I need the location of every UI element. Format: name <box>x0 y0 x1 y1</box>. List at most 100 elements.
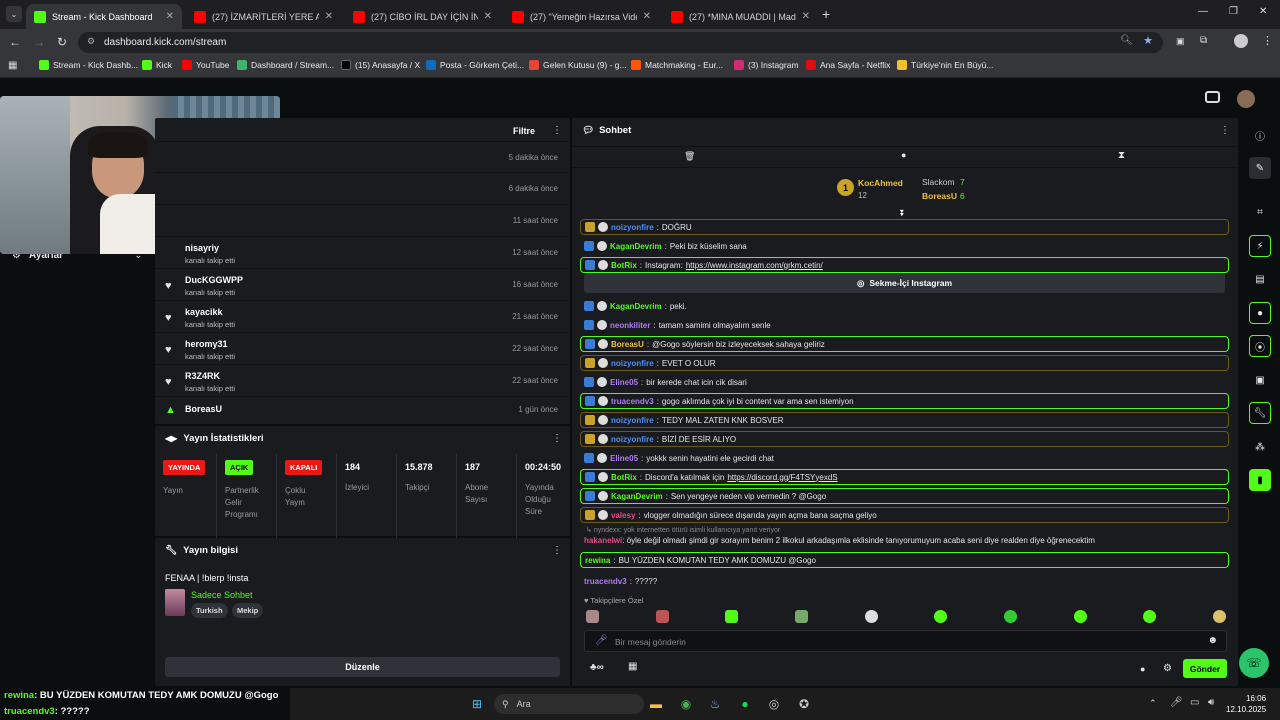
emote-icon[interactable] <box>864 610 878 623</box>
menu-kebab-icon[interactable]: ⋮ <box>1262 34 1273 47</box>
leader-first-name[interactable]: KocAhmed <box>858 178 903 188</box>
chat-username[interactable]: KaganDevrim <box>611 492 663 501</box>
emote-icon[interactable] <box>934 610 948 623</box>
reload-icon[interactable]: ↻ <box>57 35 67 49</box>
kick-logo-icon[interactable]: ♣∞ <box>590 662 604 673</box>
edit-button[interactable]: Düzenle <box>165 657 560 677</box>
bus-icon[interactable]: ▣ <box>1249 369 1271 391</box>
tab-youtube-4[interactable]: (27) *MINA MUADDI | Madara (... ✕ <box>663 4 818 29</box>
scroll-down-icon[interactable]: ⏬︎ <box>900 208 905 219</box>
close-icon[interactable]: ✕ <box>802 11 810 22</box>
app-icon[interactable]: ✪ <box>793 693 815 715</box>
bookmark-stream-dashboard[interactable]: Dashboard / Stream... <box>237 60 334 70</box>
chat-link[interactable]: https://discord.gg/F4TSYyexdS <box>727 473 837 482</box>
pencil-icon[interactable]: ✎ <box>1249 157 1271 179</box>
chat-username[interactable]: valesy <box>611 511 635 520</box>
back-icon[interactable]: ← <box>9 35 21 49</box>
close-icon[interactable]: ✕ <box>484 11 492 22</box>
chat-username[interactable]: BoreasU <box>611 340 644 349</box>
spotify-icon[interactable]: ● <box>734 693 756 715</box>
chrome-icon[interactable]: ◉ <box>675 693 697 715</box>
bookmark-matchmaking[interactable]: Matchmaking - Eur... <box>631 60 723 70</box>
chat-link[interactable]: https://www.instagram.com/grkm.cetin/ <box>686 261 823 270</box>
chat-icon[interactable]: ● <box>1249 302 1271 324</box>
bookmark-outlook[interactable]: Posta - Görkem Çeti... <box>426 60 524 70</box>
chat-username[interactable]: Eline05 <box>610 378 638 387</box>
filter-button[interactable]: Filtre <box>513 126 535 136</box>
store-icon[interactable]: ▦ <box>628 661 637 672</box>
leader-third-name[interactable]: BoreasU <box>922 191 957 201</box>
screenshot-icon[interactable]: ⌗ <box>1249 201 1271 223</box>
emote-icon[interactable] <box>725 610 739 623</box>
tab-search-button[interactable]: ⌄ <box>6 6 22 22</box>
bookmark-kick-dashboard[interactable]: Stream - Kick Dashb... <box>39 60 138 70</box>
broadcast-icon[interactable] <box>1205 91 1220 103</box>
broadcast-icon[interactable]: ⦿ <box>1249 335 1271 357</box>
apps-grid-icon[interactable]: ▦ <box>8 60 17 71</box>
gift-icon[interactable]: ▮ <box>1249 469 1271 491</box>
chevron-up-icon[interactable]: ⌃ <box>1149 698 1157 709</box>
emoji-icon[interactable]: ☻ <box>1207 635 1218 646</box>
user-avatar[interactable] <box>1237 90 1255 108</box>
volume-icon[interactable]: 🔊︎ <box>1208 697 1214 708</box>
taskbar-search[interactable]: ⚲ Ara <box>494 694 644 714</box>
panel-menu-icon[interactable]: ⋮ <box>552 545 562 556</box>
chat-username[interactable]: noizyonfire <box>611 223 654 232</box>
close-icon[interactable]: ✕ <box>643 11 651 22</box>
chat-username[interactable]: BotRix <box>611 473 637 482</box>
panel-menu-icon[interactable]: ⋮ <box>1220 125 1230 136</box>
wrench-icon[interactable]: 🔧︎ <box>1249 402 1271 424</box>
chat-username[interactable]: truacendv3 <box>584 577 627 586</box>
windows-start-icon[interactable]: ⊞ <box>466 693 488 715</box>
clipboard-icon[interactable]: ▤ <box>1249 268 1271 290</box>
instagram-inline-button[interactable]: ◎ Sekme-İçi Instagram <box>584 273 1225 293</box>
chat-username[interactable]: rewina <box>585 556 610 565</box>
obs-icon[interactable]: ◎ <box>763 693 785 715</box>
panel-menu-icon[interactable]: ⋮ <box>552 125 562 136</box>
gear-icon[interactable]: ⚙ <box>1163 663 1172 674</box>
trash-icon[interactable]: 🗑︎ <box>684 151 695 162</box>
emote-icon[interactable] <box>794 610 808 623</box>
url-field[interactable]: ⚙ dashboard.kick.com/stream 🔍︎ ★ <box>78 32 1163 53</box>
emote-icon[interactable] <box>1143 610 1157 623</box>
bookmark-kick[interactable]: Kick <box>142 60 172 70</box>
bookmark-netflix[interactable]: Ana Sayfa - Netflix <box>806 60 890 70</box>
chat-username[interactable]: BotRix <box>611 261 637 270</box>
bookmark-gmail[interactable]: Gelen Kutusu (9) - g... <box>529 60 627 70</box>
forward-icon[interactable]: → <box>33 35 45 49</box>
chat-settings-emoji-icon[interactable]: ● <box>1140 664 1145 674</box>
emote-icon[interactable] <box>1073 610 1087 623</box>
extension-icon[interactable]: ▣ <box>1176 36 1185 47</box>
emote-icon[interactable] <box>1003 610 1017 623</box>
bookmark-x[interactable]: (15) Anasayfa / X <box>341 60 420 70</box>
chat-username[interactable]: noizyonfire <box>611 435 654 444</box>
chat-username[interactable]: noizyonfire <box>611 359 654 368</box>
close-icon[interactable]: ✕ <box>166 11 174 22</box>
maximize-button[interactable]: ❐ <box>1229 6 1238 17</box>
minimize-button[interactable]: — <box>1198 6 1208 17</box>
microphone-icon[interactable]: 🎤︎ <box>1170 697 1183 708</box>
emote-icon[interactable] <box>1212 610 1226 623</box>
lightning-icon[interactable]: ⚡︎ <box>1249 235 1271 257</box>
chat-username[interactable]: KaganDevrim <box>610 302 662 311</box>
tab-kick-dashboard[interactable]: Stream - Kick Dashboard ✕ <box>26 4 182 29</box>
extensions-puzzle-icon[interactable]: ⧉ <box>1200 35 1207 46</box>
support-chat-button[interactable]: ☏ <box>1239 648 1269 678</box>
zoom-icon[interactable]: 🔍︎ <box>1120 35 1133 46</box>
close-icon[interactable]: ✕ <box>325 11 333 22</box>
tab-youtube-2[interactable]: (27) CİBO İRL DAY İÇİN İNSTA'D ✕ <box>345 4 500 29</box>
bookmark-instagram[interactable]: (3) Instagram <box>734 60 799 70</box>
chat-bubble-icon[interactable]: ● <box>901 150 906 160</box>
clock[interactable]: 16:06 12.10.2025 <box>1226 693 1266 715</box>
category-link[interactable]: Sadece Sohbet <box>191 590 253 600</box>
chat-input[interactable]: 🎤︎ Bir mesaj gönderin ☻ <box>584 630 1227 652</box>
microphone-icon[interactable]: 🎤︎ <box>595 635 608 646</box>
monitor-icon[interactable]: ▭ <box>1190 697 1199 708</box>
window-close-button[interactable]: ✕ <box>1259 6 1267 17</box>
hourglass-icon[interactable]: ⧗ <box>1118 150 1125 161</box>
chat-username[interactable]: noizyonfire <box>611 416 654 425</box>
bookmark-turkiye[interactable]: Türkiye'nin En Büyü... <box>897 60 993 70</box>
tab-youtube-1[interactable]: (27) İZMARİTLERİ YERE ATMIYA ✕ <box>186 4 341 29</box>
new-tab-button[interactable]: + <box>822 6 830 22</box>
bookmark-star-icon[interactable]: ★ <box>1143 34 1153 47</box>
